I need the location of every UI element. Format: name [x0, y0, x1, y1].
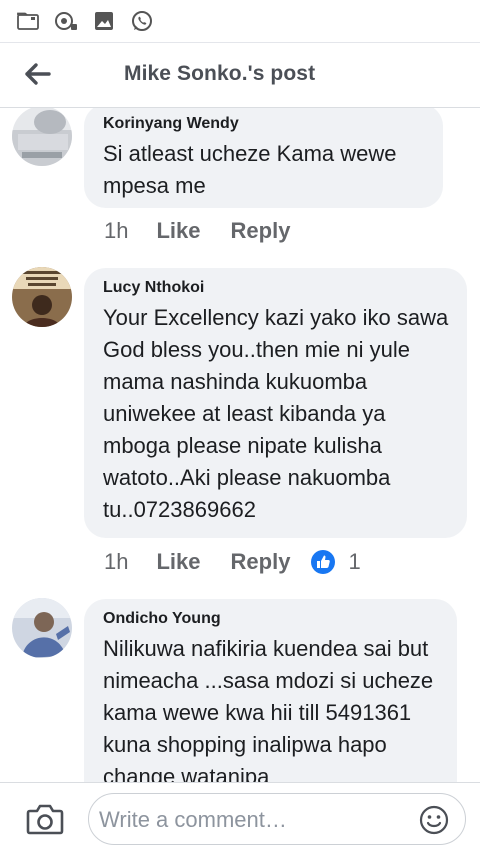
podcast-icon [54, 10, 78, 32]
comment-text: Your Excellency kazi yako iko sawa God b… [103, 305, 449, 522]
whatsapp-icon [130, 10, 154, 32]
smiley-icon [419, 805, 449, 835]
comment-bubble[interactable]: Lucy Nthokoi Your Excellency kazi yako i… [84, 268, 467, 538]
like-button[interactable]: Like [156, 218, 200, 244]
reaction-count: 1 [348, 549, 361, 574]
comment-author[interactable]: Ondicho Young [103, 609, 441, 629]
comment-composer: Write a comment… [0, 782, 480, 854]
like-button[interactable]: Like [156, 549, 200, 575]
comment-input[interactable]: Write a comment… [88, 793, 466, 845]
comment-text: Si atleast ucheze Kama wewe mpesa me [103, 141, 397, 198]
comment-text: Nilikuwa nafikiria kuendea sai but nimea… [103, 636, 434, 782]
reply-button[interactable]: Reply [231, 218, 291, 244]
comment-author[interactable]: Lucy Nthokoi [103, 278, 451, 298]
status-bar [0, 0, 480, 42]
comment-input-placeholder: Write a comment… [99, 807, 287, 832]
comment-bubble[interactable]: Korinyang Wendy Si atleast ucheze Kama w… [84, 108, 443, 208]
emoji-button[interactable] [419, 805, 449, 835]
back-button[interactable] [20, 57, 54, 91]
gallery-icon [92, 10, 116, 32]
reply-button[interactable]: Reply [231, 549, 291, 575]
comment-actions: 1h Like Reply 1 [104, 549, 361, 575]
arrow-left-icon [25, 63, 51, 85]
comment-time: 1h [104, 218, 129, 243]
app-header: Mike Sonko.'s post [0, 42, 480, 108]
comment-time: 1h [104, 549, 129, 574]
camera-icon [26, 804, 64, 835]
comment-actions: 1h Like Reply [104, 218, 290, 244]
reaction-summary[interactable]: 1 [310, 549, 361, 575]
comments-list[interactable]: Korinyang Wendy Si atleast ucheze Kama w… [0, 108, 480, 782]
comment-bubble[interactable]: Ondicho Young Nilikuwa nafikiria kuendea… [84, 599, 457, 782]
folder-icon [16, 10, 40, 32]
like-reaction-icon [311, 550, 336, 574]
avatar[interactable] [12, 267, 72, 327]
camera-button[interactable] [26, 803, 64, 835]
comment-author[interactable]: Korinyang Wendy [103, 114, 427, 134]
avatar[interactable] [12, 598, 72, 658]
avatar[interactable] [12, 108, 72, 166]
page-title: Mike Sonko.'s post [124, 62, 316, 85]
